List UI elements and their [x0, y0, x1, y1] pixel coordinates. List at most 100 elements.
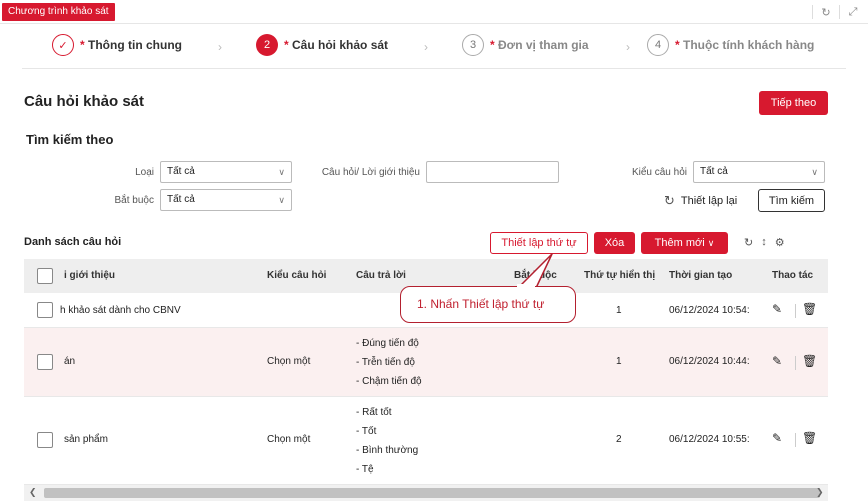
- expand-icon[interactable]: ⤢: [844, 4, 862, 20]
- answer-item: - Tốt: [356, 426, 377, 437]
- select-value: Tất cả: [167, 166, 195, 177]
- step-label: Câu hỏi khảo sát: [292, 38, 389, 52]
- kind-cell: Chọn một: [267, 434, 311, 445]
- step-label: Thông tin chung: [88, 38, 182, 52]
- chevron-right-icon: ›: [626, 40, 630, 54]
- callout-bubble: 1. Nhấn Thiết lập thứ tự: [400, 286, 576, 323]
- add-new-label: Thêm mới: [654, 237, 705, 249]
- step-number: 2: [256, 34, 278, 56]
- window-tab-title[interactable]: Chương trình khảo sát: [2, 3, 115, 21]
- column-header[interactable]: Thời gian tạo: [669, 259, 732, 293]
- select-all-checkbox[interactable]: [37, 268, 53, 284]
- row-checkbox[interactable]: [37, 354, 53, 370]
- divider: [839, 5, 840, 19]
- column-header[interactable]: Câu trả lời: [356, 259, 406, 293]
- required-select[interactable]: Tất cả ∨: [160, 189, 292, 211]
- table-row[interactable]: sản phẩm Chọn một - Rất tốt - Tốt - Bình…: [24, 397, 828, 485]
- search-button[interactable]: Tìm kiếm: [758, 189, 825, 212]
- divider: [22, 68, 846, 69]
- required-mark: *: [675, 38, 680, 52]
- edit-icon[interactable]: ✎: [772, 431, 782, 445]
- order-cell: 2: [616, 434, 622, 445]
- row-checkbox[interactable]: [37, 302, 53, 318]
- step-units[interactable]: 3 * Đơn vị tham gia: [462, 34, 589, 56]
- row-checkbox[interactable]: [37, 432, 53, 448]
- step-questions[interactable]: 2 * Câu hỏi khảo sát: [256, 34, 388, 56]
- kind-select[interactable]: Tất cả ∨: [693, 161, 825, 183]
- order-cell: 1: [616, 305, 622, 316]
- refresh-icon[interactable]: ↻: [817, 4, 835, 20]
- stepper: ✓ * Thông tin chung › 2 * Câu hỏi khảo s…: [0, 24, 868, 69]
- callout-gap-mask: [517, 284, 535, 290]
- scroll-right-icon[interactable]: ❯: [816, 487, 824, 498]
- intro-cell: án: [64, 356, 76, 367]
- page-title: Câu hỏi khảo sát: [24, 93, 145, 110]
- check-icon: ✓: [52, 34, 74, 56]
- answer-item: - Rất tốt: [356, 407, 392, 418]
- column-height-icon[interactable]: ↕: [761, 236, 767, 249]
- answer-item: - Trễn tiến độ: [356, 357, 415, 368]
- callout-text: 1. Nhấn Thiết lập thứ tự: [417, 297, 545, 311]
- answers-list: - Rất tốt - Tốt - Bình thường - Tệ: [356, 403, 418, 479]
- step-label: Thuộc tính khách hàng: [683, 38, 815, 52]
- step-number: 4: [647, 34, 669, 56]
- column-header[interactable]: i giới thiệu: [64, 259, 115, 293]
- chevron-down-icon: ∨: [707, 238, 715, 248]
- intro-cell: sản phẩm: [64, 434, 108, 445]
- delete-button[interactable]: Xóa: [594, 232, 635, 254]
- created-cell: 06/12/2024 10:44:: [669, 356, 750, 367]
- reset-label: Thiết lập lại: [680, 195, 738, 207]
- select-value: Tất cả: [167, 194, 195, 205]
- edit-icon[interactable]: ✎: [772, 302, 782, 316]
- scrollbar-thumb[interactable]: [44, 488, 820, 498]
- divider: [795, 356, 796, 370]
- divider: [812, 5, 813, 19]
- add-new-button[interactable]: Thêm mới ∨: [641, 232, 728, 254]
- order-cell: 1: [616, 356, 622, 367]
- gear-icon[interactable]: ⚙: [775, 236, 785, 249]
- created-cell: 06/12/2024 10:54:: [669, 305, 750, 316]
- edit-icon[interactable]: ✎: [772, 354, 782, 368]
- chevron-down-icon: ∨: [811, 167, 818, 177]
- answer-item: - Bình thường: [356, 445, 419, 456]
- chevron-right-icon: ›: [218, 40, 222, 54]
- required-mark: *: [80, 38, 85, 52]
- table-row[interactable]: án Chọn một - Đúng tiến độ - Trễn tiến đ…: [24, 328, 828, 397]
- list-toolbar-icons: ↻ ↕ ⚙: [744, 236, 785, 249]
- horizontal-scrollbar[interactable]: ❮ ❯: [24, 485, 828, 501]
- divider: [795, 304, 796, 318]
- answer-item: - Chậm tiến độ: [356, 376, 422, 387]
- intro-cell: h khảo sát dành cho CBNV: [60, 305, 181, 316]
- divider: [795, 433, 796, 447]
- scroll-left-icon[interactable]: ❮: [29, 487, 37, 498]
- kind-label: Kiểu câu hỏi: [631, 167, 687, 178]
- required-mark: *: [284, 38, 289, 52]
- answer-item: - Tệ: [356, 464, 374, 475]
- search-section-title: Tìm kiếm theo: [26, 132, 114, 147]
- chevron-down-icon: ∨: [278, 167, 285, 177]
- step-label: Đơn vị tham gia: [498, 38, 589, 52]
- column-header[interactable]: Kiểu câu hỏi: [267, 259, 326, 293]
- reset-button[interactable]: ↻ Thiết lập lại: [664, 193, 737, 209]
- column-header[interactable]: Thao tác: [772, 259, 813, 293]
- step-customer-attributes[interactable]: 4 * Thuộc tính khách hàng: [647, 34, 814, 56]
- list-title: Danh sách câu hỏi: [24, 236, 122, 248]
- column-header[interactable]: Thứ tự hiển thị: [584, 259, 655, 293]
- trash-icon[interactable]: 🗑: [802, 354, 817, 368]
- answers-list: - Đúng tiến độ - Trễn tiến độ - Chậm tiế…: [356, 334, 422, 391]
- refresh-icon: ↻: [664, 193, 675, 208]
- chevron-down-icon: ∨: [278, 195, 285, 205]
- refresh-icon[interactable]: ↻: [744, 236, 753, 249]
- question-input[interactable]: [426, 161, 559, 183]
- trash-icon[interactable]: 🗑: [802, 431, 817, 445]
- kind-cell: Chọn một: [267, 356, 311, 367]
- step-number: 3: [462, 34, 484, 56]
- required-label: Bắt buộc: [114, 195, 154, 206]
- trash-icon[interactable]: 🗑: [802, 302, 817, 316]
- type-select[interactable]: Tất cả ∨: [160, 161, 292, 183]
- next-button[interactable]: Tiếp theo: [759, 91, 828, 115]
- step-general-info[interactable]: ✓ * Thông tin chung: [52, 34, 182, 56]
- window-top-bar: Chương trình khảo sát ↻ ⤢: [0, 0, 868, 24]
- created-cell: 06/12/2024 10:55:: [669, 434, 750, 445]
- type-label: Loại: [135, 167, 154, 178]
